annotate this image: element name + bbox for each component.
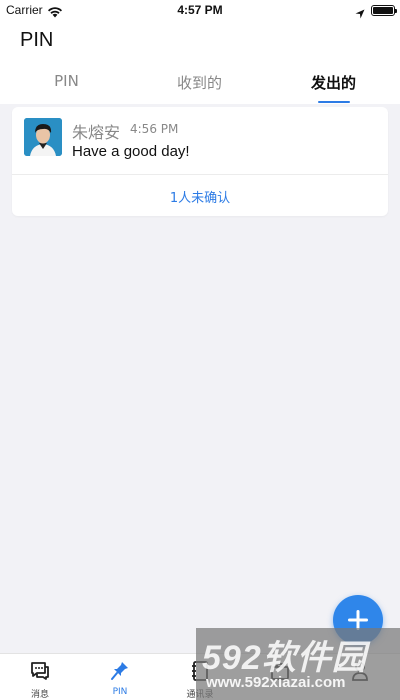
tab-pin[interactable]: PIN [0, 72, 133, 90]
tabbar-item-messages[interactable]: 消息 [0, 660, 80, 700]
watermark-overlay: 592软件园 www.592xiazai.com [196, 628, 400, 700]
battery-fill [373, 7, 393, 14]
card-divider [12, 174, 388, 175]
status-bar: Carrier 4:57 PM [0, 0, 400, 22]
watermark-brand: 592软件园 [202, 639, 367, 677]
battery-icon [371, 5, 397, 16]
tabbar-label: 消息 [30, 690, 49, 700]
unconfirmed-link[interactable]: 1人未确认 [12, 187, 388, 206]
tabbar-item-pin[interactable]: PIN [80, 660, 160, 700]
tab-sent[interactable]: 发出的 [267, 72, 400, 93]
page-title: PIN [20, 29, 54, 51]
battery-tip [395, 9, 397, 13]
avatar[interactable] [24, 118, 62, 156]
pin-card[interactable]: 朱熔安 4:56 PM Have a good day! 1人未确认 [12, 107, 388, 216]
active-tab-indicator [318, 101, 350, 103]
pin-message: Have a good day! [72, 143, 190, 160]
clock: 4:57 PM [177, 3, 223, 17]
tabbar-label: PIN [112, 687, 128, 697]
pin-icon [111, 662, 128, 680]
tab-received[interactable]: 收到的 [133, 72, 266, 93]
location-arrow-icon [355, 4, 365, 23]
sender-name: 朱熔安 [72, 123, 121, 142]
chat-icon [31, 662, 49, 680]
tab-bar: PIN 收到的 发出的 [0, 69, 400, 103]
sent-time: 4:56 PM [130, 122, 179, 136]
watermark-url: www.592xiazai.com [206, 674, 346, 691]
header: PIN PIN 收到的 发出的 [0, 22, 400, 104]
